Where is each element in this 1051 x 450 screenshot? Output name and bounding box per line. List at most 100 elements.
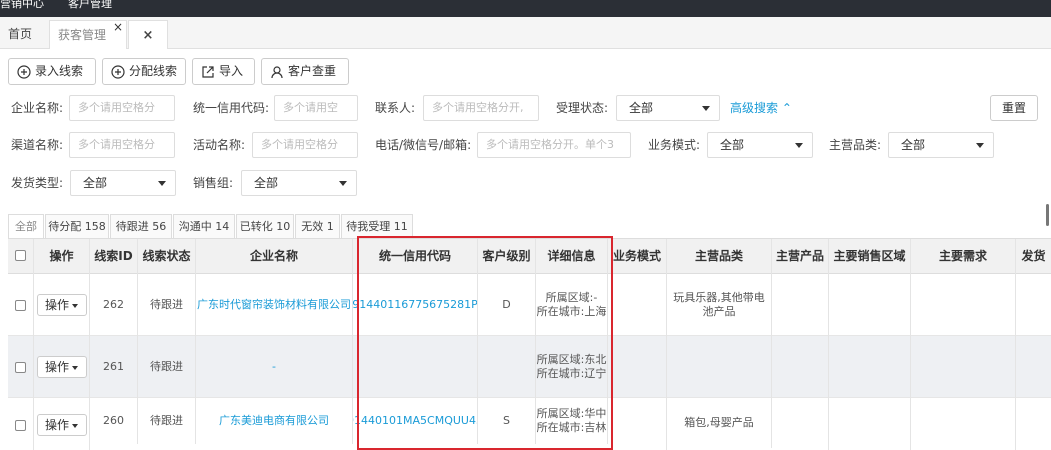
col-header-company: 企业名称 bbox=[196, 239, 353, 275]
vertical-scrollbar[interactable] bbox=[1046, 204, 1049, 226]
credit-code-link[interactable] bbox=[353, 336, 478, 398]
channel-name-label: 渠道名称: bbox=[11, 138, 64, 152]
row-action-button[interactable]: 操作 bbox=[36, 294, 87, 316]
table-row[interactable]: 操作 260 待跟进 广东美迪电商有限公司 91440101MA5CMQUU45… bbox=[8, 398, 1051, 450]
biz-mode-cell bbox=[608, 336, 667, 398]
phone-label: 电话/微信号/邮箱: bbox=[375, 138, 472, 152]
row-action-button[interactable]: 操作 bbox=[36, 356, 87, 378]
company-name-input[interactable]: 多个请用空格分 bbox=[69, 95, 175, 121]
activity-name-input[interactable]: 多个请用空格分 bbox=[252, 132, 358, 158]
status-label: 受理状态: bbox=[556, 101, 609, 115]
status-tab-converted[interactable]: 已转化 10 bbox=[236, 214, 294, 238]
ship-type-select[interactable]: 全部 bbox=[70, 170, 176, 196]
close-tab-icon[interactable]: × bbox=[113, 13, 123, 42]
reset-button[interactable]: 重置 bbox=[990, 95, 1038, 121]
status-tab-communicating[interactable]: 沟通中 14 bbox=[173, 214, 235, 238]
row-checkbox[interactable] bbox=[15, 361, 26, 373]
credit-code-input[interactable]: 多个请用空 bbox=[274, 95, 358, 121]
lead-status: 待跟进 bbox=[138, 398, 196, 444]
status-select[interactable]: 全部 bbox=[616, 95, 720, 121]
region-cell bbox=[829, 398, 911, 450]
credit-code-link[interactable]: 91440116775675281P bbox=[353, 274, 478, 336]
lead-status: 待跟进 bbox=[138, 274, 196, 336]
customer-level: S bbox=[478, 398, 536, 444]
status-tab-pending[interactable]: 待跟进 56 bbox=[110, 214, 172, 238]
chevron-down-icon bbox=[72, 303, 78, 308]
company-name-label: 企业名称: bbox=[11, 101, 64, 115]
leads-table: 操作 线索ID 线索状态 企业名称 统一信用代码 客户级别 详细信息 业务模式 … bbox=[8, 238, 1051, 450]
detail-info: 所属区域:华中 所在城市:吉林 bbox=[536, 398, 608, 444]
detail-info: 所属区域:- 所在城市:上海 bbox=[536, 274, 608, 336]
credit-code-label: 统一信用代码: bbox=[193, 101, 270, 115]
col-header-biz-mode: 业务模式 bbox=[608, 239, 667, 275]
customer-level bbox=[478, 336, 536, 398]
row-checkbox[interactable] bbox=[15, 419, 26, 431]
assign-lead-button[interactable]: 分配线索 bbox=[102, 58, 186, 85]
table-row[interactable]: 操作 262 待跟进 广东时代窗帘装饰材料有限公司 91440116775675… bbox=[8, 274, 1051, 336]
chevron-down-icon bbox=[702, 106, 710, 111]
main-category-label: 主营品类: bbox=[829, 138, 882, 152]
tab-label: 获客管理 bbox=[58, 28, 107, 42]
col-header-action: 操作 bbox=[34, 239, 90, 275]
shipping-cell bbox=[1016, 398, 1051, 450]
row-action-button[interactable]: 操作 bbox=[36, 414, 87, 436]
col-header-credit-code: 统一信用代码 bbox=[353, 239, 478, 275]
chevron-down-icon bbox=[976, 143, 984, 148]
select-all-checkbox[interactable] bbox=[15, 250, 26, 261]
activity-name-label: 活动名称: bbox=[193, 138, 246, 152]
chevron-down-icon bbox=[795, 143, 803, 148]
biz-mode-select[interactable]: 全部 bbox=[707, 132, 813, 158]
close-all-tabs-button[interactable]: × bbox=[128, 20, 168, 49]
col-header-region: 主要销售区域 bbox=[829, 239, 911, 275]
company-link[interactable]: - bbox=[196, 336, 353, 398]
contact-label: 联系人: bbox=[375, 101, 416, 115]
chevron-down-icon bbox=[158, 181, 166, 186]
region-cell bbox=[829, 274, 911, 336]
lead-id: 262 bbox=[90, 274, 138, 336]
lead-id: 261 bbox=[90, 336, 138, 398]
plus-circle-icon bbox=[17, 65, 31, 79]
biz-mode-label: 业务模式: bbox=[648, 138, 701, 152]
phone-input[interactable]: 多个请用空格分开。单个3 bbox=[477, 132, 631, 158]
col-header-category: 主营品类 bbox=[667, 239, 772, 275]
add-lead-button[interactable]: 录入线索 bbox=[8, 58, 96, 85]
status-tab-unassigned[interactable]: 待分配 158 bbox=[45, 214, 109, 238]
category-cell bbox=[667, 336, 772, 398]
lead-status: 待跟进 bbox=[138, 336, 196, 398]
user-icon bbox=[271, 66, 283, 79]
category-cell: 箱包,母婴产品 bbox=[667, 398, 772, 448]
lead-id: 260 bbox=[90, 398, 138, 444]
nav-item-customer[interactable]: 客户管理 bbox=[68, 0, 112, 11]
region-cell bbox=[829, 336, 911, 398]
product-cell bbox=[772, 336, 829, 398]
advanced-search-toggle[interactable]: 高级搜索 ⌃ bbox=[730, 96, 792, 120]
customer-dedupe-button[interactable]: 客户查重 bbox=[261, 58, 349, 85]
row-checkbox[interactable] bbox=[15, 299, 26, 311]
main-category-select[interactable]: 全部 bbox=[888, 132, 994, 158]
shipping-cell bbox=[1016, 274, 1051, 336]
company-link[interactable]: 广东美迪电商有限公司 bbox=[196, 398, 353, 444]
status-tab-all[interactable]: 全部 bbox=[8, 214, 44, 238]
demand-cell bbox=[911, 274, 1016, 336]
status-tab-mine[interactable]: 待我受理 11 bbox=[341, 214, 413, 238]
col-header-product: 主营产品 bbox=[772, 239, 829, 275]
customer-level: D bbox=[478, 274, 536, 336]
status-tab-invalid[interactable]: 无效 1 bbox=[295, 214, 340, 238]
category-cell: 玩具乐器,其他带电池产品 bbox=[667, 274, 772, 336]
channel-name-input[interactable]: 多个请用空格分 bbox=[69, 132, 175, 158]
tab-lead-management[interactable]: 获客管理 × bbox=[49, 20, 127, 49]
company-link[interactable]: 广东时代窗帘装饰材料有限公司 bbox=[196, 274, 353, 336]
table-row[interactable]: 操作 261 待跟进 - 所属区域:东北 所在城市:辽宁 bbox=[8, 336, 1051, 398]
chevron-down-icon bbox=[72, 365, 78, 370]
sales-group-select[interactable]: 全部 bbox=[241, 170, 357, 196]
chevron-up-icon: ⌃ bbox=[781, 101, 792, 115]
nav-item-marketing[interactable]: 营销中心 bbox=[0, 0, 44, 11]
contact-input[interactable]: 多个请用空格分开, bbox=[423, 95, 539, 121]
import-button[interactable]: 导入 bbox=[192, 58, 255, 85]
col-header-level: 客户级别 bbox=[478, 239, 536, 275]
top-nav-bar: 营销中心 客户管理 bbox=[0, 0, 1051, 17]
shipping-cell bbox=[1016, 336, 1051, 398]
select-all-cell bbox=[8, 239, 34, 275]
credit-code-link[interactable]: 91440101MA5CMQUU45 bbox=[353, 398, 478, 444]
tab-home[interactable]: 首页 bbox=[0, 20, 42, 49]
